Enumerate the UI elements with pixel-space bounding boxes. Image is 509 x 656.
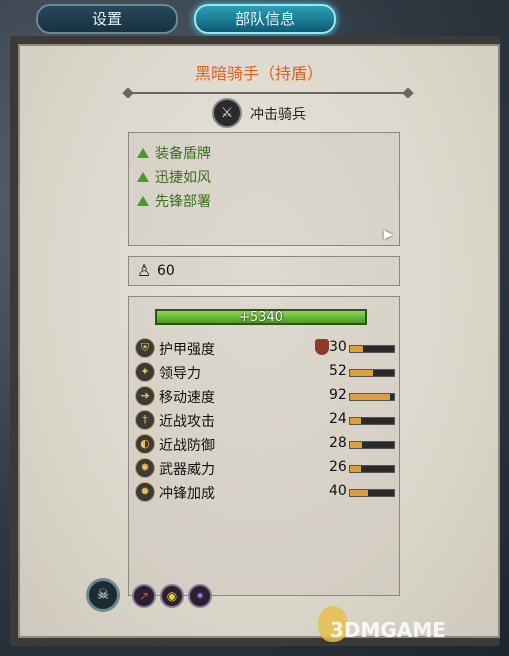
armor-icon: ⛨ bbox=[135, 338, 155, 358]
ability-item[interactable]: 迅捷如风 bbox=[137, 167, 211, 189]
stat-charge-bonus[interactable]: ✹ 冲锋加成 40 bbox=[135, 481, 395, 503]
stat-bar bbox=[349, 369, 395, 377]
shock-cavalry-icon: ⚔ bbox=[212, 98, 242, 128]
unit-class-label: 冲击骑兵 bbox=[250, 107, 306, 123]
watermark: 3DMGAME bbox=[330, 618, 446, 642]
men-count: 60 bbox=[157, 263, 175, 279]
stats-panel: +5340 ⛨ 护甲强度 30 ✦ 领导力 52 ➜ 移动速度 92 † 近战攻… bbox=[128, 296, 400, 596]
attribute-fear-icon[interactable]: ✶ bbox=[188, 584, 212, 608]
stat-bar bbox=[349, 441, 395, 449]
title-divider bbox=[128, 92, 408, 100]
stat-bar bbox=[349, 465, 395, 473]
attribute-armor-piercing-icon[interactable]: ↗ bbox=[132, 584, 156, 608]
triangle-icon bbox=[137, 148, 149, 158]
stat-bar bbox=[349, 345, 395, 353]
triangle-icon bbox=[137, 172, 149, 182]
stat-leadership[interactable]: ✦ 领导力 52 bbox=[135, 361, 395, 383]
stat-melee-defense[interactable]: ◐ 近战防御 28 bbox=[135, 433, 395, 455]
tab-settings[interactable]: 设置 bbox=[36, 4, 178, 34]
shield-icon bbox=[315, 339, 329, 355]
attribute-eye-icon[interactable]: ◉ bbox=[160, 584, 184, 608]
stat-bar bbox=[349, 489, 395, 497]
stat-armor[interactable]: ⛨ 护甲强度 30 bbox=[135, 337, 395, 359]
defense-icon: ◐ bbox=[135, 434, 155, 454]
men-icon: ♙ bbox=[137, 261, 152, 280]
health-value: +5340 bbox=[239, 310, 283, 325]
ability-item[interactable]: 装备盾牌 bbox=[137, 143, 211, 165]
speed-icon: ➜ bbox=[135, 386, 155, 406]
leadership-icon: ✦ bbox=[135, 362, 155, 382]
unit-info-panel: 黑暗骑手（持盾） ⚔ 冲击骑兵 装备盾牌 迅捷如风 先锋部署 ▶ ♙ 60 +5… bbox=[18, 44, 500, 638]
tab-unit-info[interactable]: 部队信息 bbox=[194, 4, 336, 34]
unit-size-row: ♙ 60 bbox=[128, 256, 400, 286]
abilities-list: 装备盾牌 迅捷如风 先锋部署 ▶ bbox=[128, 132, 400, 246]
charge-icon: ✹ bbox=[135, 482, 155, 502]
unit-title: 黑暗骑手（持盾） bbox=[194, 64, 323, 83]
plus-icon: + bbox=[239, 310, 250, 325]
triangle-icon bbox=[137, 196, 149, 206]
expand-arrow-icon[interactable]: ▶ bbox=[384, 227, 393, 241]
stat-speed[interactable]: ➜ 移动速度 92 bbox=[135, 385, 395, 407]
weapon-strength-icon: ✸ bbox=[135, 458, 155, 478]
stat-weapon-strength[interactable]: ✸ 武器威力 26 bbox=[135, 457, 395, 479]
stat-bar bbox=[349, 393, 395, 401]
stat-melee-attack[interactable]: † 近战攻击 24 bbox=[135, 409, 395, 431]
unit-type-icon[interactable]: ☠ bbox=[86, 578, 120, 612]
health-bar: +5340 bbox=[155, 309, 367, 325]
ability-item[interactable]: 先锋部署 bbox=[137, 191, 211, 213]
stat-bar bbox=[349, 417, 395, 425]
sword-icon: † bbox=[135, 410, 155, 430]
